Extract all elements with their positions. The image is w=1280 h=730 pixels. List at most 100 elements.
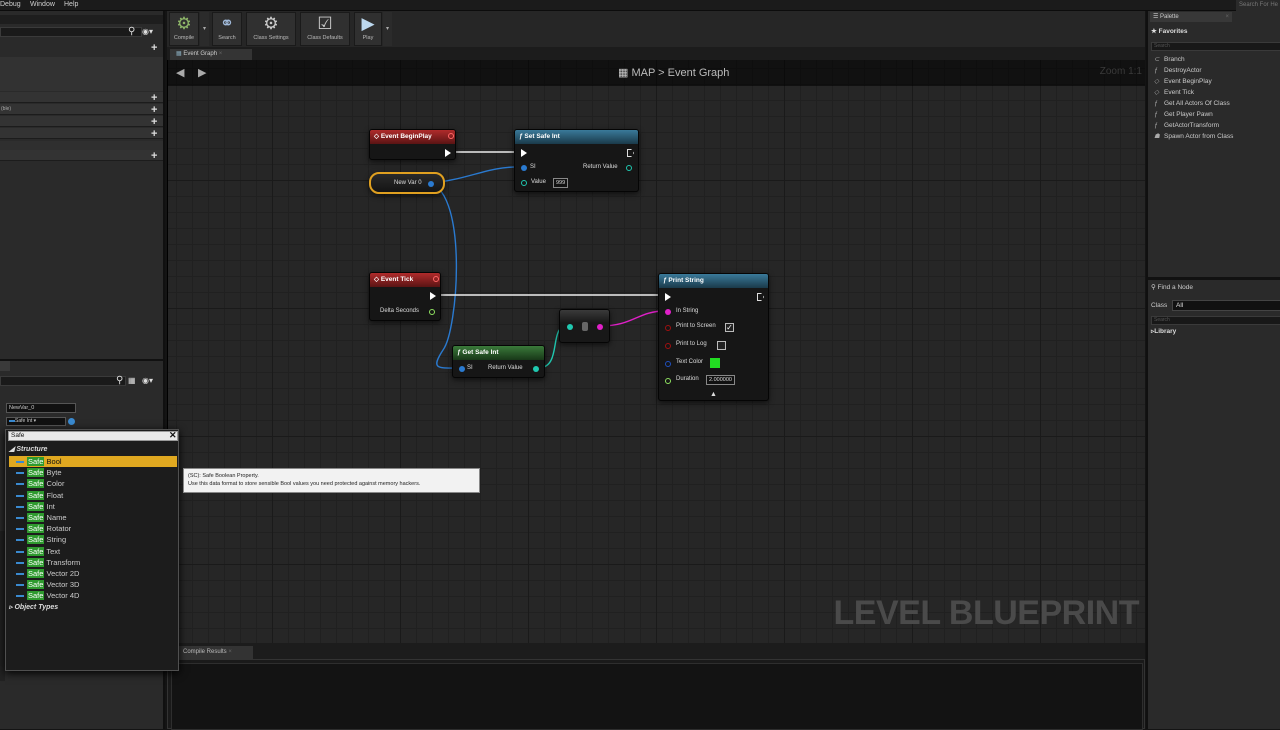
- variable-type-select[interactable]: Safe Int ▾: [6, 417, 66, 426]
- print-to-log-checkbox[interactable]: [717, 341, 726, 350]
- node-get-new-var-0[interactable]: New Var 0: [369, 172, 445, 194]
- library-tree-item[interactable]: ▹Library: [1151, 327, 1176, 335]
- details-tab[interactable]: [0, 361, 10, 371]
- type-option-vector-3d[interactable]: Safe Vector 3D: [16, 579, 79, 590]
- exec-out-pin[interactable]: [430, 292, 436, 300]
- event-graph-canvas[interactable]: ◀ ▶ ▦ MAP > Event Graph Zoom 1:1 ◇ Event…: [167, 60, 1145, 643]
- value-field[interactable]: 999: [553, 178, 569, 188]
- palette-item-branch[interactable]: ⊂ Branch: [1154, 54, 1185, 65]
- node-print-string[interactable]: ƒ Print String In String Print to Screen…: [658, 273, 769, 401]
- play-options-dropdown[interactable]: ▾: [383, 12, 392, 46]
- structure-category[interactable]: ◢ Structure: [9, 445, 47, 453]
- event-dispatchers-row[interactable]: [0, 128, 163, 139]
- exec-out-pin[interactable]: [627, 149, 634, 157]
- duration-field[interactable]: 2.000000: [706, 375, 735, 385]
- menu-debug[interactable]: Debug: [0, 0, 21, 11]
- new-var-output-pin[interactable]: [428, 181, 434, 187]
- play-button[interactable]: ▶ Play: [354, 12, 382, 46]
- grid-view-icon[interactable]: ▦: [128, 376, 136, 386]
- advanced-pins-expander-icon[interactable]: ▲: [710, 391, 717, 398]
- search-for-help-input[interactable]: Search For He: [1236, 0, 1280, 11]
- node-event-tick[interactable]: ◇ Event Tick Delta Seconds: [369, 272, 441, 321]
- conversion-input-pin[interactable]: [567, 324, 573, 330]
- type-option-vector-4d[interactable]: Safe Vector 4D: [16, 590, 79, 601]
- text-color-pin[interactable]: [665, 361, 671, 367]
- find-node-search-input[interactable]: Search: [1151, 316, 1280, 325]
- palette-item-spawn-actor-from-class[interactable]: ☗ Spawn Actor from Class: [1154, 131, 1233, 142]
- tab-palette[interactable]: ☰ Palette ×: [1150, 12, 1232, 22]
- node-get-safe-int[interactable]: ƒ Get Safe Int SI Return Value: [452, 345, 545, 378]
- palette-item-event-tick[interactable]: ◇ Event Tick: [1154, 87, 1194, 98]
- type-option-rotator[interactable]: Safe Rotator: [16, 523, 71, 534]
- type-option-vector-2d[interactable]: Safe Vector 2D: [16, 568, 79, 579]
- delegate-pin[interactable]: [433, 276, 439, 282]
- duration-pin[interactable]: [665, 378, 671, 384]
- si-input-pin[interactable]: [459, 366, 465, 372]
- palette-item-destroyactor[interactable]: ƒ DestroyActor: [1154, 65, 1202, 76]
- type-option-byte[interactable]: Safe Byte: [16, 467, 62, 478]
- type-option-float[interactable]: Safe Float: [16, 490, 63, 501]
- type-option-text[interactable]: Safe Text: [16, 546, 60, 557]
- class-settings-button[interactable]: ⚙ Class Settings: [246, 12, 296, 46]
- variables-search-input[interactable]: [0, 27, 142, 37]
- type-option-string[interactable]: Safe String: [16, 534, 66, 545]
- favorites-header[interactable]: ★ Favorites: [1151, 27, 1188, 35]
- text-color-swatch[interactable]: [710, 358, 720, 368]
- type-option-bool[interactable]: Safe Bool: [16, 456, 62, 467]
- variables-row[interactable]: [0, 116, 163, 127]
- return-value-pin[interactable]: [626, 165, 632, 171]
- object-types-category[interactable]: ▹ Object Types: [9, 603, 58, 611]
- in-string-pin[interactable]: [665, 309, 671, 315]
- palette-item-get-all-actors-of-class[interactable]: ƒ Get All Actors Of Class: [1154, 98, 1230, 109]
- find-a-node-header[interactable]: ⚲ Find a Node: [1151, 283, 1193, 291]
- functions-row[interactable]: [0, 92, 163, 103]
- add-local-icon[interactable]: +: [151, 151, 157, 162]
- node-set-safe-int[interactable]: ƒ Set Safe Int SI Return Value Value 999: [514, 129, 639, 192]
- eye-icon[interactable]: ◉▾: [142, 27, 153, 37]
- palette-item-event-beginplay[interactable]: ◇ Event BeginPlay: [1154, 76, 1212, 87]
- type-search-input[interactable]: Safe: [8, 431, 178, 441]
- type-option-int[interactable]: Safe Int: [16, 501, 55, 512]
- print-to-screen-pin[interactable]: [665, 325, 671, 331]
- print-to-log-pin[interactable]: [665, 343, 671, 349]
- add-macro-icon[interactable]: +: [151, 105, 157, 116]
- local-variables-row[interactable]: [0, 150, 163, 161]
- type-option-name[interactable]: Safe Name: [16, 512, 67, 523]
- add-function-icon[interactable]: +: [151, 93, 157, 104]
- print-to-screen-checkbox[interactable]: ✓: [725, 323, 734, 332]
- node-int-to-string-conversion[interactable]: [559, 309, 610, 343]
- add-graph-icon[interactable]: +: [151, 43, 157, 54]
- menu-help[interactable]: Help: [64, 0, 78, 11]
- variable-name-field[interactable]: NewVar_0: [6, 403, 76, 413]
- palette-item-get-player-pawn[interactable]: ƒ Get Player Pawn: [1154, 109, 1213, 120]
- delegate-pin[interactable]: [448, 133, 454, 139]
- exec-in-pin[interactable]: [521, 149, 527, 157]
- container-type-icon[interactable]: [68, 418, 75, 425]
- add-variable-icon[interactable]: +: [151, 117, 157, 128]
- type-option-color[interactable]: Safe Color: [16, 478, 64, 489]
- tab-compile-results[interactable]: Compile Results ×: [179, 646, 253, 659]
- type-option-transform[interactable]: Safe Transform: [16, 557, 80, 568]
- value-input-pin[interactable]: [521, 180, 527, 186]
- compile-options-dropdown[interactable]: ▾: [200, 12, 209, 46]
- tab-event-graph[interactable]: ▦ Event Graph ×: [170, 49, 252, 60]
- macros-row[interactable]: (ble): [0, 104, 163, 115]
- node-event-beginplay[interactable]: ◇ Event BeginPlay: [369, 129, 456, 160]
- menu-window[interactable]: Window: [30, 0, 55, 11]
- delta-seconds-pin[interactable]: [429, 309, 435, 315]
- exec-in-pin[interactable]: [665, 293, 671, 301]
- class-filter-select[interactable]: All: [1172, 300, 1280, 311]
- palette-item-getactortransform[interactable]: ƒ GetActorTransform: [1154, 120, 1219, 131]
- compile-button[interactable]: ⚙ Compile: [169, 12, 199, 46]
- class-defaults-button[interactable]: ☑ Class Defaults: [300, 12, 350, 46]
- exec-out-pin[interactable]: [757, 293, 764, 301]
- return-value-pin[interactable]: [533, 366, 539, 372]
- search-button[interactable]: ⚭ Search: [212, 12, 242, 46]
- conversion-output-pin[interactable]: [597, 324, 603, 330]
- add-dispatcher-icon[interactable]: +: [151, 129, 157, 140]
- clear-search-icon[interactable]: ✕: [169, 430, 177, 441]
- si-input-pin[interactable]: [521, 165, 527, 171]
- eye-icon[interactable]: ◉▾: [142, 376, 153, 386]
- palette-search-input[interactable]: Search: [1151, 42, 1280, 51]
- details-search-input[interactable]: [0, 376, 126, 386]
